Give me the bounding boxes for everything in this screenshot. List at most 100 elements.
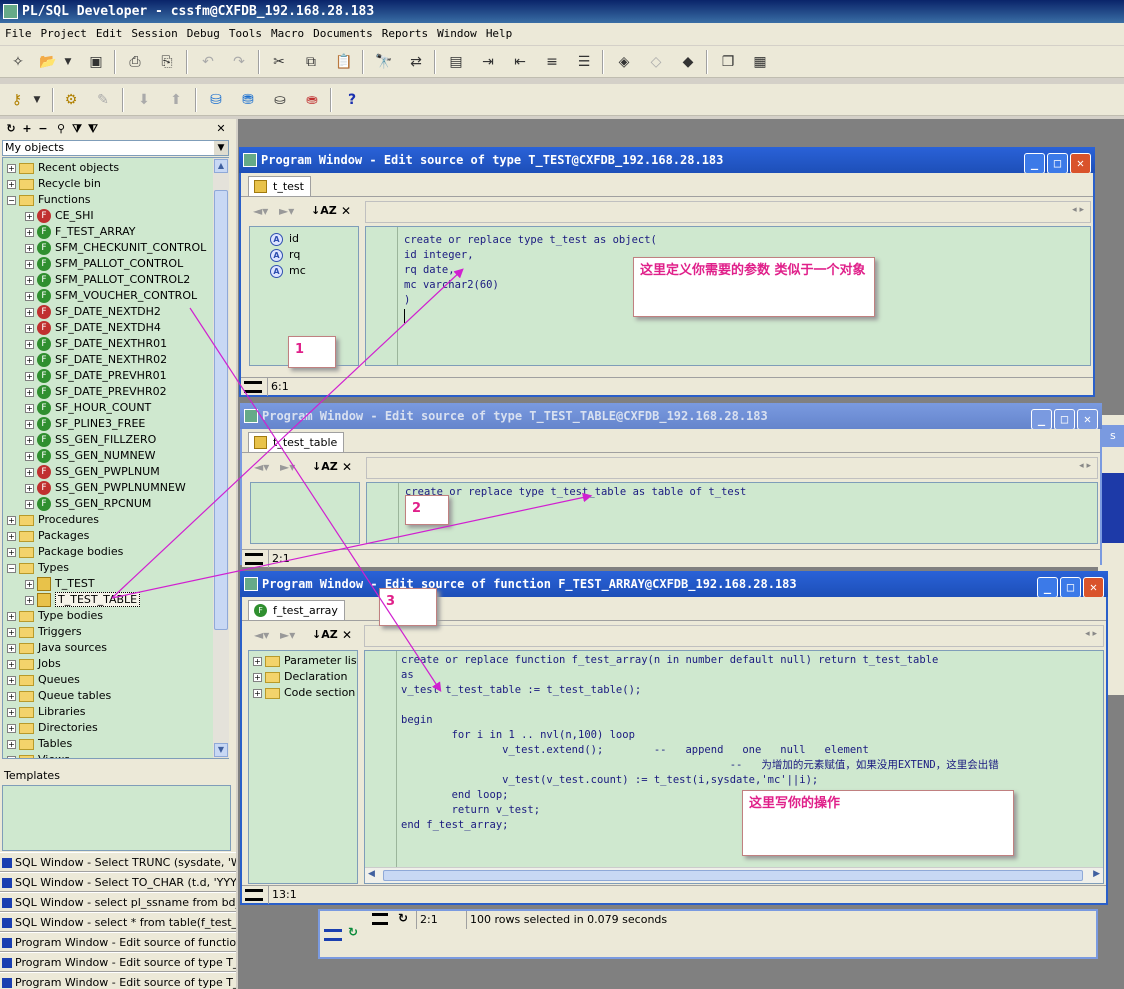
scroll-tabs-icon[interactable]: ◂ ▸ <box>1072 205 1084 215</box>
tab-t-test[interactable]: t_test <box>248 176 311 196</box>
horizontal-scrollbar[interactable]: ◀ ▶ <box>365 867 1103 883</box>
step-icon[interactable]: ◇ <box>646 52 666 72</box>
find-icon[interactable]: ⚲ <box>54 122 68 135</box>
tree-object-item[interactable]: + F SF_DATE_NEXTDH2 <box>25 304 161 320</box>
tree-object-item[interactable]: + F SS_GEN_FILLZERO <box>25 432 156 448</box>
expand-toggle-icon[interactable]: + <box>7 659 16 669</box>
window-list-item[interactable]: Program Window - Edit source of type T_T… <box>0 972 236 989</box>
expand-toggle-icon[interactable]: + <box>25 307 34 317</box>
menu-file[interactable]: File <box>0 23 36 45</box>
expand-toggle-icon[interactable]: + <box>25 259 34 269</box>
back-icon[interactable]: ◄▾ <box>254 460 269 474</box>
scroll-thumb[interactable] <box>214 190 228 630</box>
tree-object-item[interactable]: + F SF_PLINE3_FREE <box>25 416 145 432</box>
scroll-left-icon[interactable]: ◀ <box>368 869 375 879</box>
tree-object-item[interactable]: + F SF_DATE_NEXTHR02 <box>25 352 167 368</box>
status-menu-icon[interactable] <box>244 381 262 393</box>
source-code[interactable]: create or replace type t_test as object(… <box>404 233 657 308</box>
expand-toggle-icon[interactable]: + <box>25 355 34 365</box>
menu-macro[interactable]: Macro <box>266 23 308 45</box>
expand-toggle-icon[interactable]: + <box>25 483 34 493</box>
close-icon[interactable]: ✕ <box>342 628 352 642</box>
window-list-item[interactable]: SQL Window - Select TRUNC (sysdate, 'WW <box>0 852 236 872</box>
tree-folder-item[interactable]: + Packages <box>7 528 89 544</box>
object-selector[interactable]: My objects ▼ <box>2 140 229 156</box>
expand-toggle-icon[interactable]: + <box>25 451 34 461</box>
close-icon[interactable]: ✕ <box>341 204 351 218</box>
expand-toggle-icon[interactable]: + <box>25 579 34 589</box>
expand-toggle-icon[interactable]: + <box>25 595 34 605</box>
help-icon[interactable]: ? <box>342 90 362 110</box>
tree-scrollbar[interactable]: ▲ ▼ <box>213 158 229 758</box>
minimize-button[interactable]: _ <box>1024 153 1045 173</box>
window-title-bar[interactable]: Program Window - Edit source of function… <box>240 571 1108 597</box>
tree-object-item[interactable]: + F SF_DATE_PREVHR01 <box>25 368 167 384</box>
compile-icon[interactable]: ◆ <box>678 52 698 72</box>
paste-icon[interactable]: 📋 <box>334 52 354 72</box>
rollback-icon[interactable]: ⬆ <box>166 90 186 110</box>
expand-toggle-icon[interactable]: + <box>7 691 16 701</box>
sort-az-icon[interactable]: ↓AZ <box>311 204 337 217</box>
section-item[interactable]: + Code section <box>253 685 355 701</box>
tree-folder-item[interactable]: + Queues <box>7 672 80 688</box>
expand-toggle-icon[interactable]: + <box>7 707 16 717</box>
indent-icon[interactable]: ⇥ <box>478 52 498 72</box>
expand-toggle-icon[interactable]: + <box>7 547 16 557</box>
section-item[interactable]: + Parameter list <box>253 653 357 669</box>
sql-window-icon[interactable]: ⛁ <box>206 90 226 110</box>
tree-object-item[interactable]: + F SFM_PALLOT_CONTROL2 <box>25 272 190 288</box>
scroll-up-icon[interactable]: ▲ <box>214 159 228 173</box>
dropdown-icon[interactable]: ▼ <box>62 52 74 72</box>
expand-toggle-icon[interactable]: + <box>25 467 34 477</box>
window-list-item[interactable]: Program Window - Edit source of function… <box>0 932 236 952</box>
tree-object-item[interactable]: + F SF_HOUR_COUNT <box>25 400 151 416</box>
minimize-button[interactable]: _ <box>1031 409 1052 429</box>
menu-tools[interactable]: Tools <box>224 23 266 45</box>
expand-toggle-icon[interactable]: + <box>25 419 34 429</box>
new-sql-icon[interactable]: ⛃ <box>238 90 258 110</box>
key-icon[interactable]: ⚷ <box>7 90 27 110</box>
redo-icon[interactable]: ↷ <box>229 52 249 72</box>
attribute-item[interactable]: Amc <box>270 263 306 279</box>
scroll-down-icon[interactable]: ▼ <box>214 743 228 757</box>
code-editor[interactable]: create or replace type t_test_table as t… <box>366 482 1098 544</box>
menu-help[interactable]: Help <box>481 23 517 45</box>
remove-icon[interactable]: − <box>36 122 50 135</box>
expand-toggle-icon[interactable]: − <box>7 563 16 573</box>
window-list-item[interactable]: SQL Window - select pl_ssname from bd_pl… <box>0 892 236 912</box>
expand-toggle-icon[interactable]: + <box>25 371 34 381</box>
chevron-down-icon[interactable]: ▼ <box>214 141 228 155</box>
window-list-item[interactable]: SQL Window - Select TO_CHAR (t.d, 'YYYY- <box>0 872 236 892</box>
explain-plan-icon[interactable]: ⛂ <box>302 90 322 110</box>
refresh-icon[interactable]: ↻ <box>4 122 18 135</box>
expand-toggle-icon[interactable]: + <box>25 227 34 237</box>
open-icon[interactable]: 📂 <box>38 52 58 72</box>
print-icon[interactable]: ⎙ <box>125 52 145 72</box>
expand-toggle-icon[interactable]: + <box>7 515 16 525</box>
cascade-windows-icon[interactable]: ❐ <box>718 52 738 72</box>
status-menu-icon[interactable] <box>245 889 263 901</box>
tree-object-item[interactable]: + F SS_GEN_PWPLNUM <box>25 464 160 480</box>
expand-toggle-icon[interactable]: + <box>25 387 34 397</box>
tree-folder-item[interactable]: + Jobs <box>7 656 61 672</box>
section-item[interactable]: + Declaration <box>253 669 347 685</box>
tree-object-item[interactable]: + F SS_GEN_PWPLNUMNEW <box>25 480 186 496</box>
uncomment-icon[interactable]: ☰ <box>574 52 594 72</box>
close-icon[interactable]: ✕ <box>214 122 228 135</box>
gear-icon[interactable]: ⚙ <box>61 90 81 110</box>
replace-icon[interactable]: ⇄ <box>406 52 426 72</box>
print-preview-icon[interactable]: ⎘ <box>157 52 177 72</box>
expand-toggle-icon[interactable]: + <box>7 611 16 621</box>
attribute-item[interactable]: Aid <box>270 231 299 247</box>
debug-icon[interactable]: ◈ <box>614 52 634 72</box>
expand-toggle-icon[interactable]: + <box>25 435 34 445</box>
back-icon[interactable]: ◄▾ <box>254 628 269 642</box>
execute-script-icon[interactable]: ▤ <box>446 52 466 72</box>
sort-az-icon[interactable]: ↓AZ <box>312 460 338 473</box>
tree-folder-item[interactable]: + Package bodies <box>7 544 123 560</box>
tree-object-item[interactable]: + F F_TEST_ARRAY <box>25 224 135 240</box>
expand-toggle-icon[interactable]: + <box>7 179 16 189</box>
minimize-button[interactable]: _ <box>1037 577 1058 597</box>
close-button[interactable]: ✕ <box>1083 577 1104 597</box>
new-icon[interactable]: ✧ <box>8 52 28 72</box>
